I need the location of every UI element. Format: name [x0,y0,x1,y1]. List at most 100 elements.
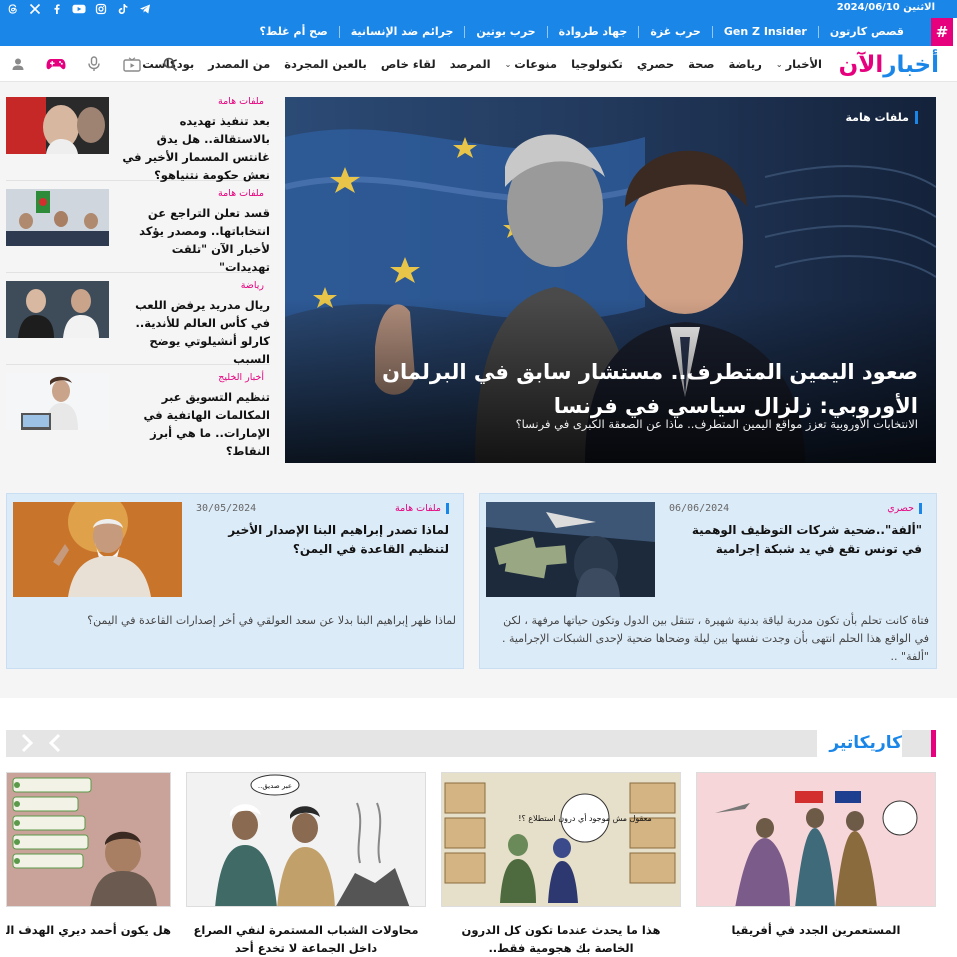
side-news-category[interactable]: أخبار الخليج [218,372,264,383]
feature-card-excerpt: لماذا ظهر إبراهيم البنا بدلا عن سعد العو… [87,614,456,627]
top-bar: الاثنين 2024/06/10 [0,0,957,18]
nav-item-label: بالعين المجردة [284,57,367,71]
feature-card-image[interactable] [486,502,655,597]
trending-tag[interactable]: حرب غزة [638,26,712,38]
side-news-item[interactable]: رياضة ريال مدريد يرفض اللعب في كأس العال… [6,280,270,368]
side-news-category[interactable]: رياضة [241,280,264,291]
main-nav: أخبار الآن الأخبار ⌄ رياضة صحة حصري تكنولوجيا… [0,46,957,82]
x-twitter-icon[interactable] [28,2,42,16]
caricature-image[interactable] [696,772,936,907]
nav-item[interactable]: رياضة [722,57,769,71]
nav-menu: الأخبار ⌄ رياضة صحة حصري تكنولوجيا منوعات ⌄ المر… [135,46,829,82]
trending-bar: # قصص كارتون Gen Z Insider حرب غزة جهاد طرو… [0,18,957,46]
facebook-icon[interactable] [50,2,64,16]
caricature-image[interactable]: عبر صديق.. [186,772,426,907]
carousel-arrows [20,733,62,757]
chevron-down-icon: ⌄ [504,59,512,69]
nav-item-label: الأخبار [785,57,822,71]
user-icon[interactable] [8,54,28,74]
trending-tag[interactable]: جرائم ضد الإنسانية [338,26,465,38]
hero-article[interactable]: ملفات هامة صعود اليمين المتطرف.. مستشار … [285,97,936,463]
chevron-down-icon: ⌄ [775,59,783,69]
side-news-item[interactable]: ملفات هامة قسد تعلن التراجع عن انتخاباته… [6,188,270,276]
feature-card-category[interactable]: حصري [887,503,922,514]
side-news-title[interactable]: قسد تعلن التراجع عن انتخاباتها.. ومصدر ي… [120,204,270,276]
side-news-title[interactable]: ريال مدريد يرفض اللعب في كأس العالم للأن… [120,296,270,368]
side-news-thumbnail[interactable] [6,373,109,430]
trending-tag[interactable]: صح أم غلط؟ [249,26,339,38]
hero-category[interactable]: ملفات هامة [846,111,918,124]
feature-card-date: 30/05/2024 [196,503,257,514]
side-news-category[interactable]: ملفات هامة [218,96,264,107]
carousel-prev-arrow-icon[interactable] [48,733,62,757]
side-news-thumbnail[interactable] [6,97,109,154]
podcast-microphone-icon[interactable] [84,54,104,74]
logo-text-part2: الآن [838,52,884,78]
hero-subtitle: الانتخابات الأوروبية تعزز مواقع اليمين ا… [515,417,918,431]
nav-item[interactable]: حصري [630,57,681,71]
nav-item[interactable]: الأخبار ⌄ [769,57,829,71]
nav-item-label: من المصدر [208,57,271,71]
nav-item[interactable]: منوعات ⌄ [498,57,564,71]
feature-card-title[interactable]: "ألفة"..ضحية شركات التوظيف الوهمية في تو… [672,521,922,559]
logo-text-part1: أخبار [883,52,939,78]
feature-card-excerpt: فتاة كانت تحلم بأن تكون مدربة لياقة بدني… [501,614,929,663]
nav-item-label: لقاء خاص [380,57,436,71]
site-logo[interactable]: أخبار الآن [839,51,939,79]
caricature-image[interactable]: معقول مش موجود أي درون استطلاع ؟! [441,772,681,907]
nav-item[interactable]: المرصد [443,57,498,71]
nav-item-label: تكنولوجيا [571,57,623,71]
caricature-image[interactable] [6,772,171,907]
feature-card-image[interactable] [13,502,182,597]
feature-card[interactable]: حصري 06/06/2024 "ألفة"..ضحية شركات التوظ… [479,493,937,669]
caricature-title[interactable]: المستعمرين الجدد في أفريقيا [696,921,936,939]
feature-card-title[interactable]: لماذا تصدر إبراهيم البنا الإصدار الأخير … [199,521,449,559]
caricature-title[interactable]: هل يكون أحمد ديري الهدف القادم [6,921,171,939]
youtube-icon[interactable] [72,2,86,16]
side-news-title[interactable]: تنظيم التسويق عبر المكالمات الهاتفية في … [120,388,270,460]
caricature-speech-bubble: معقول مش موجود أي درون استطلاع ؟! [518,813,652,823]
caricature-title[interactable]: محاولات الشباب المستمرة لنفي الصراع داخل… [186,921,426,957]
nav-item-label: حصري [636,57,675,71]
caricature-title[interactable]: هذا ما يحدث عندما تكون كل الدرون الخاصة … [441,921,681,957]
section-accent-bar [931,730,936,757]
trending-hash-badge: # [931,18,957,46]
telegram-icon[interactable] [138,2,152,16]
trending-tag[interactable]: قصص كارتون [817,26,915,38]
trending-tag[interactable]: جهاد طروادة [546,26,639,38]
tiktok-icon[interactable] [116,2,130,16]
search-icon[interactable] [160,54,180,74]
nav-item[interactable]: صحة [681,57,721,71]
feature-card[interactable]: ملفات هامة 30/05/2024 لماذا تصدر إبراهيم… [6,493,464,669]
side-news-item[interactable]: أخبار الخليج تنظيم التسويق عبر المكالمات… [6,372,270,460]
hero-title[interactable]: صعود اليمين المتطرف.. مستشار سابق في الب… [318,355,918,423]
nav-item-label: رياضة [728,57,762,71]
trending-list: قصص كارتون Gen Z Insider حرب غزة جهاد طرواد… [249,18,915,46]
carousel-next-arrow-icon[interactable] [20,733,34,757]
nav-item[interactable]: بالعين المجردة [277,57,374,71]
current-date: الاثنين 2024/06/10 [836,2,935,13]
side-news-thumbnail[interactable] [6,189,109,246]
nav-item[interactable]: لقاء خاص [374,57,443,71]
side-news-thumbnail[interactable] [6,281,109,338]
feature-card-category[interactable]: ملفات هامة [395,503,449,514]
trending-tag[interactable]: Gen Z Insider [711,26,818,38]
caricature-speech-bubble: عبر صديق.. [258,782,292,790]
nav-item-label: المرصد [449,57,491,71]
live-tv-icon[interactable] [122,54,142,74]
threads-icon[interactable] [6,2,20,16]
instagram-icon[interactable] [94,2,108,16]
side-news-title[interactable]: بعد تنفيذ تهديده بالاستقالة.. هل يدق غان… [120,112,270,184]
feature-card-date: 06/06/2024 [669,503,730,514]
nav-item[interactable]: من المصدر [201,57,277,71]
games-icon[interactable] [46,54,66,74]
caricature-section-header: كاريكاتير [6,730,936,757]
hash-icon: # [931,18,953,46]
side-news-item[interactable]: ملفات هامة بعد تنفيذ تهديده بالاستقالة..… [6,96,270,184]
trending-tag[interactable]: حرب بوتين [464,26,546,38]
social-links [6,2,152,16]
caricature-heading[interactable]: كاريكاتير [817,730,902,757]
nav-item[interactable]: تكنولوجيا [564,57,630,71]
nav-item-label: صحة [688,57,715,71]
side-news-category[interactable]: ملفات هامة [218,188,264,199]
